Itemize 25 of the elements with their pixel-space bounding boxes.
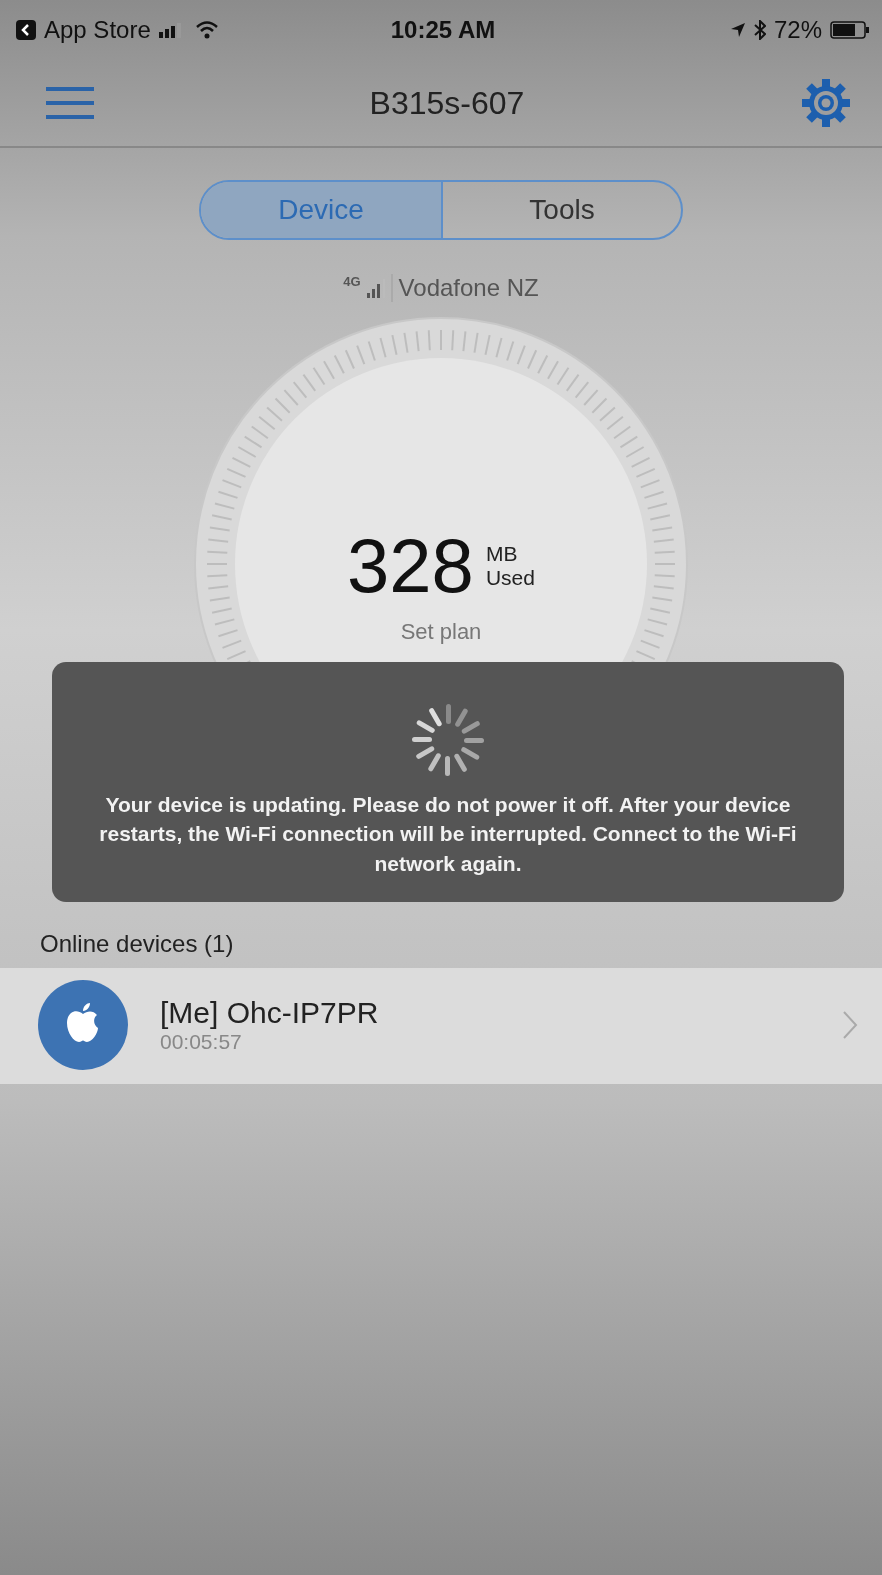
chevron-right-icon xyxy=(842,1010,858,1040)
wifi-icon xyxy=(194,21,219,39)
loading-spinner-icon xyxy=(410,702,486,778)
battery-percent: 72% xyxy=(773,16,822,44)
apple-avatar-icon xyxy=(38,980,128,1070)
toast-message: Your device is updating. Please do not power it off. After your device restarts, the Wi-Fi connection will be interrupted. Connect to the Wi-Fi network again. xyxy=(98,792,798,877)
usage-value: 328 xyxy=(347,522,474,609)
status-time: 10:25 AM xyxy=(390,16,496,44)
section-title: Online devices (1) xyxy=(39,929,235,959)
location-arrow-icon xyxy=(729,22,746,38)
connection-duration: 00:05:57 xyxy=(160,1030,243,1054)
tab[interactable]: Tools xyxy=(441,182,681,238)
page-title: B315s-607 xyxy=(369,84,525,122)
set-plan-link[interactable]: Set plan xyxy=(400,619,482,645)
operator-name: Vodafone NZ xyxy=(390,274,539,302)
device-row[interactable]: [Me] Ohc-IP7PR 00:05:57 xyxy=(0,968,882,1084)
usage-caption: Used xyxy=(485,565,535,590)
network-type: 4G xyxy=(343,274,361,289)
back-label[interactable]: App Store xyxy=(44,16,151,44)
battery-icon xyxy=(830,21,870,39)
settings-icon[interactable] xyxy=(800,77,852,129)
device-name: [Me] Ohc-IP7PR xyxy=(160,996,380,1030)
bluetooth-icon xyxy=(753,20,766,40)
menu-icon[interactable] xyxy=(46,86,94,120)
usage-unit: MB xyxy=(485,541,519,566)
